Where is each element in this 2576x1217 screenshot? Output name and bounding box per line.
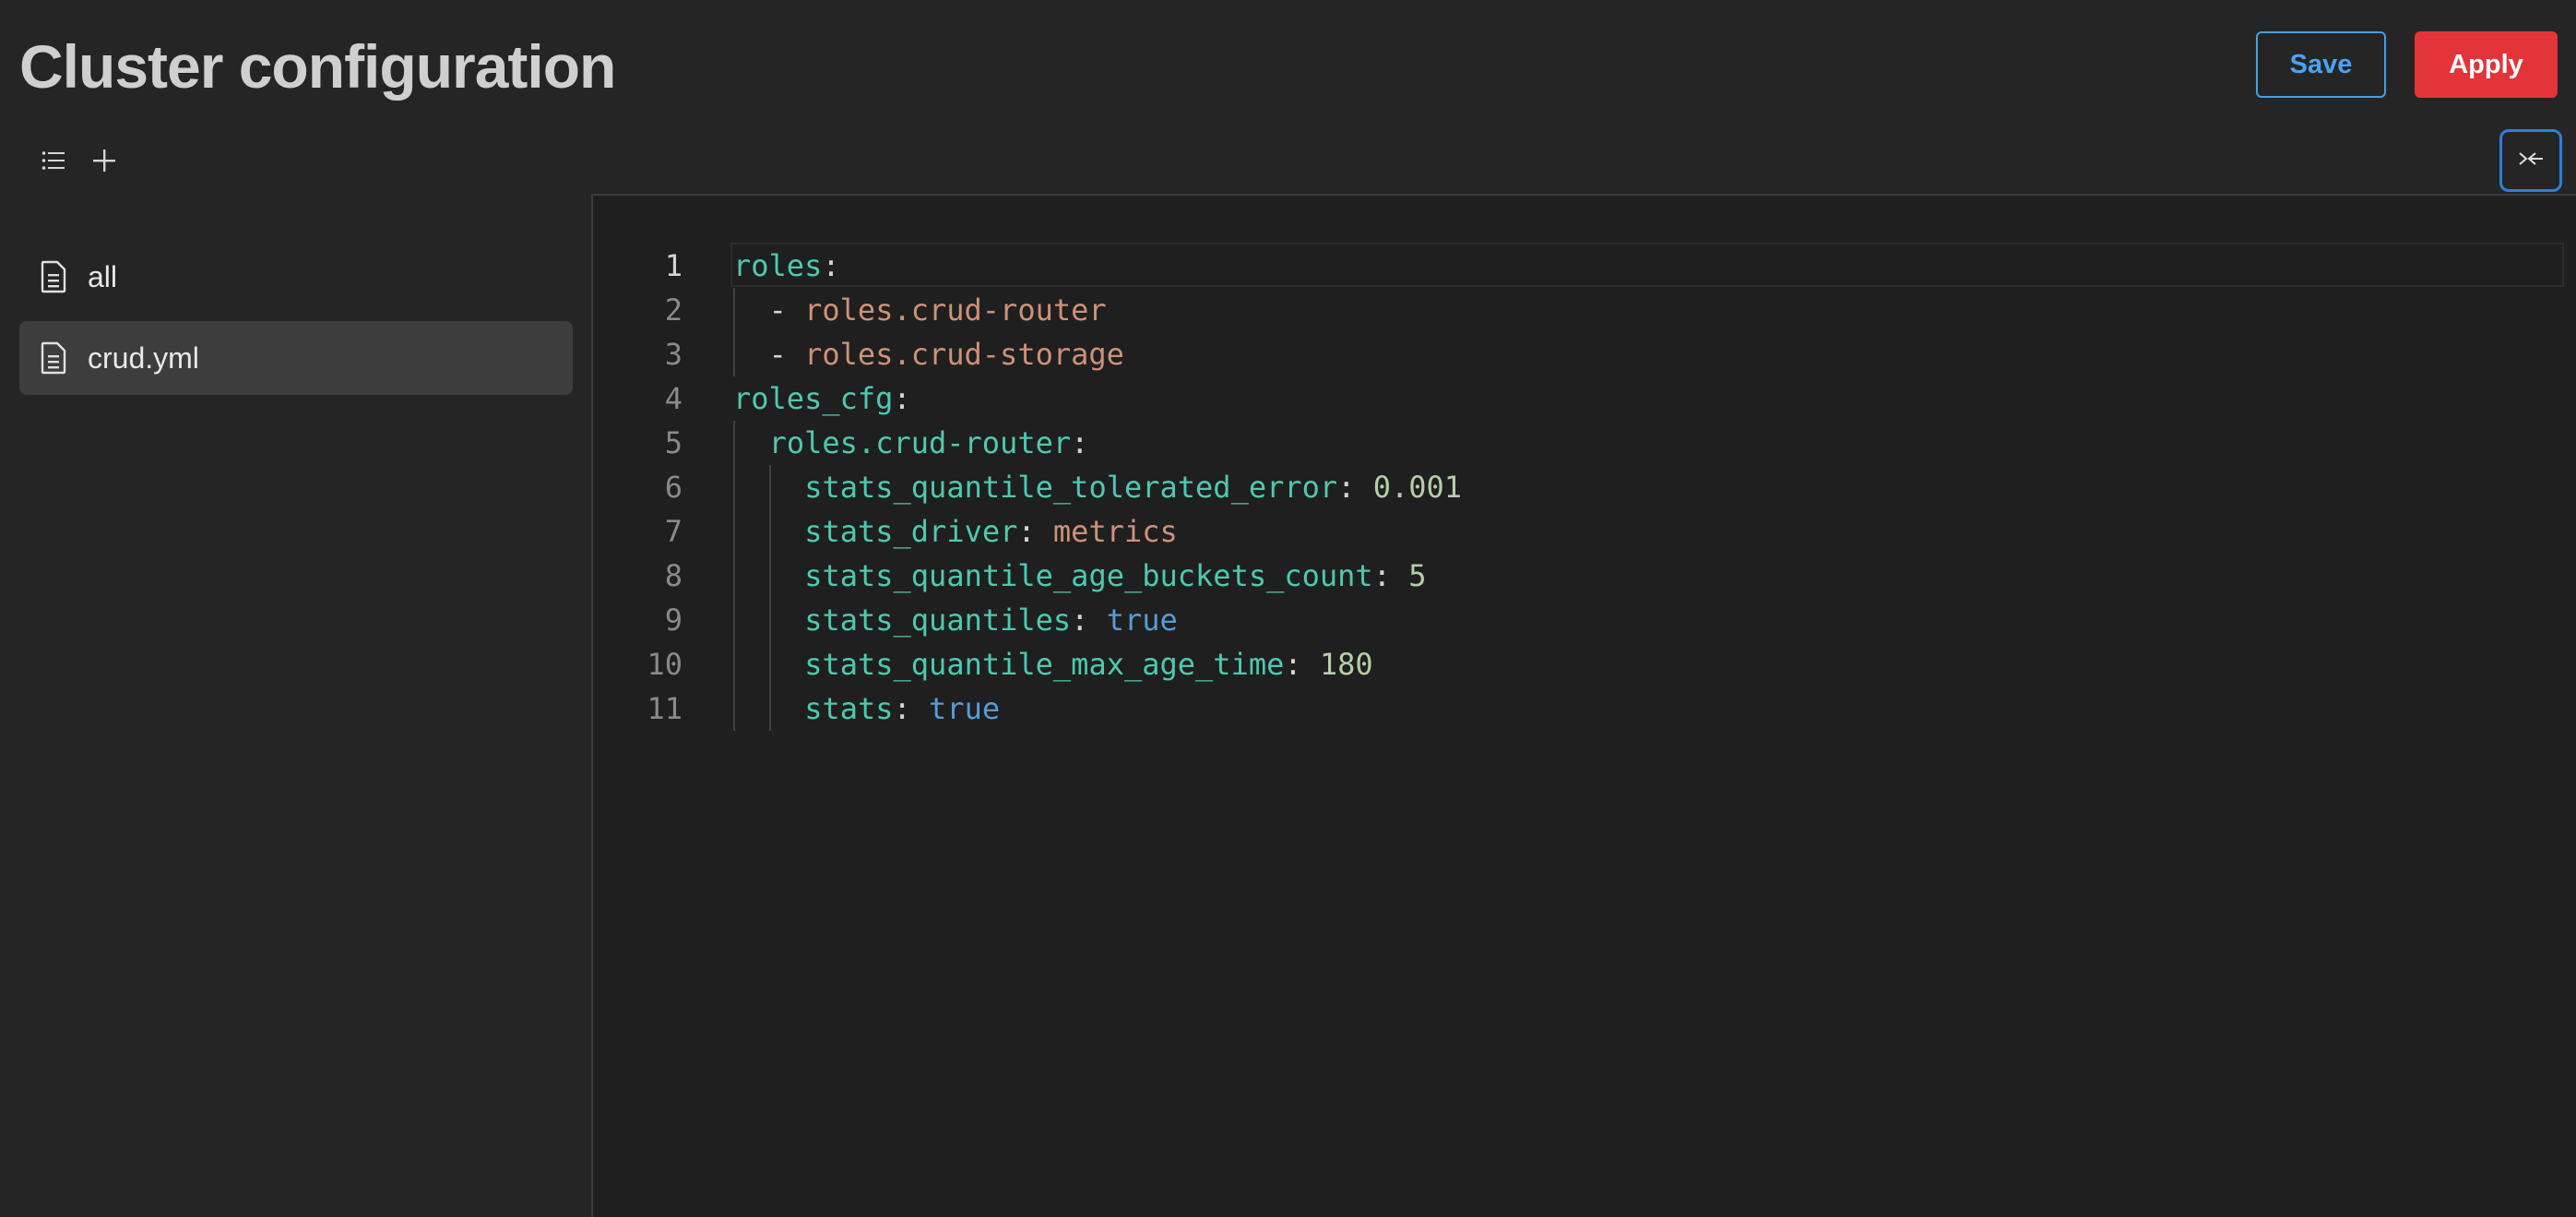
- indent-guide: [733, 642, 735, 686]
- current-line-highlight: [730, 243, 2564, 287]
- code-token: roles.crud-router: [804, 292, 1107, 328]
- sidebar-item-label: all: [88, 259, 118, 293]
- indent-guide: [733, 509, 735, 554]
- code-editor[interactable]: 1 roles: 2 - roles.crud-router 3 - roles.crud…: [591, 194, 2576, 1217]
- line-number: 11: [647, 691, 683, 726]
- code-token: roles: [733, 248, 823, 283]
- collapse-panel-icon: [2517, 148, 2545, 174]
- line-number: 7: [664, 514, 683, 549]
- code-token: :: [893, 691, 930, 726]
- code-token: :: [1284, 647, 1320, 682]
- code-token: stats: [804, 691, 894, 726]
- code-token: true: [929, 691, 1001, 726]
- list-icon[interactable]: [33, 140, 74, 181]
- file-icon: [38, 340, 69, 376]
- code-token: :: [822, 248, 840, 283]
- line-number: 9: [664, 603, 683, 638]
- line-number: 10: [647, 647, 683, 682]
- line-number: 5: [664, 425, 683, 460]
- indent-guide: [733, 686, 735, 731]
- line-number: 6: [664, 470, 683, 505]
- code-token: stats_quantiles: [804, 603, 1072, 638]
- code-token: 0.001: [1372, 470, 1463, 505]
- code-token: 180: [1319, 647, 1373, 682]
- code-token: -: [768, 292, 805, 328]
- code-token: roles_cfg: [733, 381, 894, 416]
- indent-guide: [733, 288, 735, 332]
- code-token: stats_quantile_age_buckets_count: [804, 558, 1373, 593]
- code-token: 5: [1408, 558, 1427, 593]
- sidebar-item-label: crud.yml: [88, 340, 199, 375]
- code-line-content: stats_quantile_max_age_time: 180: [804, 642, 1373, 686]
- plus-icon[interactable]: [84, 140, 125, 181]
- indent-guide: [768, 465, 771, 509]
- line-number: 2: [664, 292, 683, 328]
- code-token: true: [1106, 603, 1178, 638]
- code-line-content: roles:: [733, 244, 840, 288]
- indent-guide: [733, 332, 735, 376]
- sidebar-item-crud-yml[interactable]: crud.yml: [19, 321, 573, 395]
- indent-guide: [768, 686, 771, 731]
- indent-guide: [733, 554, 735, 598]
- indent-guide: [733, 465, 735, 509]
- sidebar-item-all[interactable]: all: [19, 240, 573, 314]
- code-line-content: stats_quantile_age_buckets_count: 5: [804, 554, 1426, 598]
- code-token: :: [1337, 470, 1373, 505]
- code-line-content: stats: true: [804, 686, 1000, 731]
- indent-guide: [733, 421, 735, 465]
- line-number: 8: [664, 558, 683, 593]
- code-token: roles.crud-router: [768, 425, 1072, 460]
- indent-guide: [768, 554, 771, 598]
- code-token: :: [1017, 514, 1053, 549]
- file-icon: [38, 258, 69, 295]
- code-line-content: roles_cfg:: [733, 376, 911, 421]
- save-button[interactable]: Save: [2256, 31, 2386, 98]
- code-line-content: stats_quantile_tolerated_error: 0.001: [804, 465, 1462, 509]
- line-number: 1: [664, 248, 683, 283]
- line-number: 4: [664, 381, 683, 416]
- code-token: :: [1071, 603, 1107, 638]
- cluster-configuration-page: Cluster configuration Save Apply all cru…: [0, 0, 2576, 1217]
- code-token: stats_quantile_tolerated_error: [804, 470, 1338, 505]
- indent-guide: [768, 509, 771, 554]
- code-token: stats_driver: [804, 514, 1018, 549]
- code-line-content: - roles.crud-router: [769, 288, 1107, 332]
- code-token: :: [893, 381, 911, 416]
- code-token: :: [1372, 558, 1409, 593]
- page-title: Cluster configuration: [19, 32, 616, 101]
- indent-guide: [768, 642, 771, 686]
- code-line-content: - roles.crud-storage: [769, 332, 1124, 376]
- code-line-content: roles.crud-router:: [769, 421, 1089, 465]
- apply-button[interactable]: Apply: [2415, 31, 2558, 98]
- code-line-content: stats_quantiles: true: [804, 598, 1178, 642]
- code-token: stats_quantile_max_age_time: [804, 647, 1285, 682]
- code-token: roles.crud-storage: [804, 337, 1124, 372]
- code-token: metrics: [1052, 514, 1178, 549]
- code-token: :: [1071, 425, 1089, 460]
- indent-guide: [733, 598, 735, 642]
- code-line-content: stats_driver: metrics: [804, 509, 1178, 554]
- line-number: 3: [664, 337, 683, 372]
- indent-guide: [768, 598, 771, 642]
- code-token: -: [768, 337, 805, 372]
- toggle-sidebar-button[interactable]: [2499, 129, 2562, 192]
